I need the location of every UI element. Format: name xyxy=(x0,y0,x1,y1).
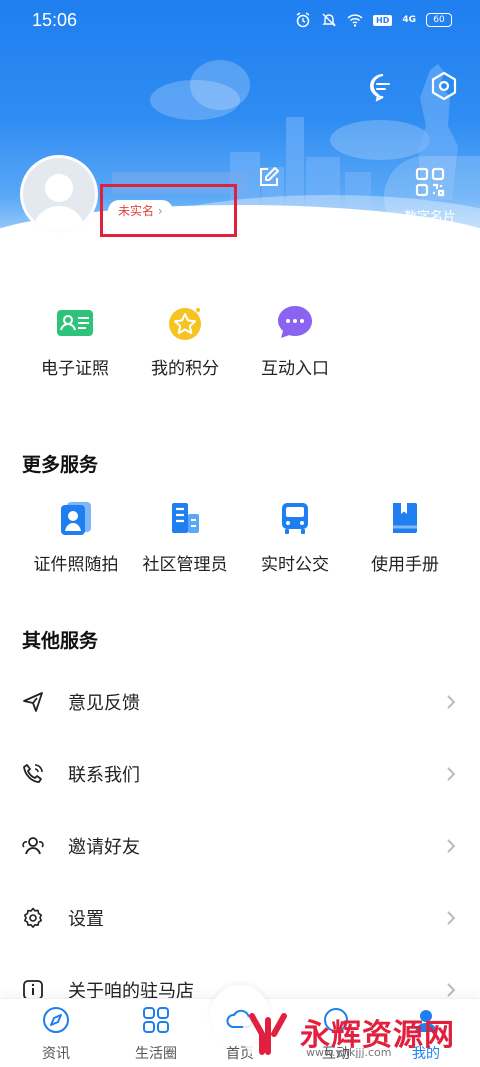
list-item-label: 联系我们 xyxy=(68,765,140,786)
chevron-right-icon xyxy=(447,839,456,853)
grid-apps-icon xyxy=(143,1007,169,1033)
qr-code-icon[interactable] xyxy=(414,166,446,198)
settings-hex-icon[interactable] xyxy=(428,70,460,102)
more-services-grid: 证件照随拍 社区管理员 实时公交 使用手册 xyxy=(0,500,480,580)
digital-card-label: 数字名片 xyxy=(404,210,457,225)
manual-book-icon xyxy=(393,503,417,533)
status-icons: HD 4G 60 xyxy=(295,12,452,28)
network-indicator: 4G xyxy=(402,15,416,25)
wifi-icon xyxy=(347,14,363,27)
service-label: 使用手册 xyxy=(371,555,439,575)
watermark-url: www.yhkjjj.com xyxy=(306,1046,392,1059)
alarm-icon xyxy=(296,12,310,28)
message-icon[interactable] xyxy=(368,72,398,102)
mute-bell-icon xyxy=(322,13,336,27)
nav-tab-label: 资讯 xyxy=(42,1046,70,1062)
bus-icon xyxy=(282,503,308,534)
gear-icon xyxy=(24,907,42,928)
quick-entry-interaction[interactable]: 互动入口 xyxy=(240,296,350,379)
list-item-label: 设置 xyxy=(68,909,104,930)
id-card-icon xyxy=(57,310,93,336)
service-label: 社区管理员 xyxy=(142,555,228,575)
cloud-decoration xyxy=(190,60,250,110)
avatar[interactable] xyxy=(20,155,98,233)
chevron-right-icon xyxy=(447,983,456,997)
quick-entry-id-card[interactable]: 电子证照 xyxy=(20,296,130,379)
quick-entry-label: 我的积分 xyxy=(151,359,219,379)
more-services-title: 更多服务 xyxy=(22,454,99,476)
send-icon xyxy=(23,692,43,712)
service-community-admin[interactable]: 社区管理员 xyxy=(125,500,245,575)
points-star-icon xyxy=(169,308,201,340)
quick-entries: 电子证照 我的积分 互动入口 xyxy=(0,296,480,379)
quick-entry-label: 电子证照 xyxy=(41,359,109,379)
list-item-invite[interactable]: 邀请好友 xyxy=(0,817,480,877)
service-label: 证件照随拍 xyxy=(33,555,119,575)
nav-tab-news[interactable]: 资讯 xyxy=(8,1005,104,1063)
list-item-label: 邀请好友 xyxy=(68,837,140,858)
nav-tab-life[interactable]: 生活圈 xyxy=(108,1005,204,1063)
phone-icon xyxy=(23,764,43,783)
compass-icon xyxy=(43,1007,69,1033)
service-manual[interactable]: 使用手册 xyxy=(345,500,465,575)
list-item-settings[interactable]: 设置 xyxy=(0,889,480,949)
users-icon xyxy=(22,837,44,855)
quick-entry-label: 互动入口 xyxy=(261,359,329,379)
hd-badge: HD xyxy=(373,14,393,26)
list-item-label: 意见反馈 xyxy=(68,693,140,714)
community-building-icon xyxy=(172,503,199,533)
highlight-annotation-box xyxy=(100,184,237,237)
nav-tab-label: 生活圈 xyxy=(135,1046,177,1062)
other-services-title: 其他服务 xyxy=(22,630,99,652)
edit-icon[interactable] xyxy=(258,166,280,188)
status-time: 15:06 xyxy=(32,10,78,30)
service-label: 实时公交 xyxy=(261,555,329,575)
service-realtime-bus[interactable]: 实时公交 xyxy=(235,500,355,575)
chevron-right-icon xyxy=(447,911,456,925)
profile-header: 15:06 HD 4G 60 数字名片 xyxy=(0,0,480,262)
status-bar: 15:06 HD 4G 60 xyxy=(0,0,480,44)
list-item-contact[interactable]: 联系我们 xyxy=(0,745,480,805)
quick-entry-points[interactable]: 我的积分 xyxy=(130,296,240,379)
battery-icon: 60 xyxy=(426,13,452,27)
chevron-right-icon xyxy=(447,695,456,709)
list-item-feedback[interactable]: 意见反馈 xyxy=(0,673,480,733)
service-id-photo[interactable]: 证件照随拍 xyxy=(16,500,136,575)
chat-bubble-icon xyxy=(278,306,312,338)
chevron-right-icon xyxy=(447,767,456,781)
id-photo-icon xyxy=(61,502,91,535)
